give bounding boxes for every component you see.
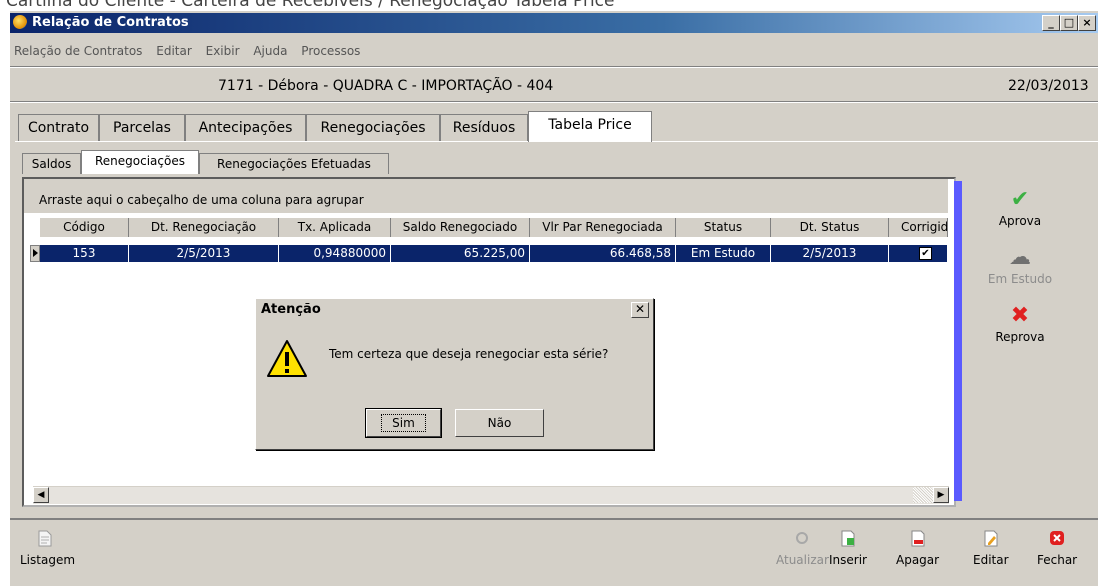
sim-button[interactable]: Sim <box>365 408 442 438</box>
tab-tabela-price[interactable]: Tabela Price <box>528 111 652 142</box>
column-header-status[interactable]: Status <box>676 218 771 237</box>
x-icon: ✖ <box>1010 303 1030 328</box>
dialog-message: Tem certeza que deseja renegociar esta s… <box>329 347 609 361</box>
nao-button[interactable]: Não <box>455 409 544 437</box>
document-title: Cartilha do Cliente - Carteira de Recebí… <box>6 0 615 11</box>
column-header-saldo-renegociado[interactable]: Saldo Renegociado <box>391 218 530 237</box>
cell-vlr-par-renegociada[interactable]: 66.468,58 <box>530 245 676 262</box>
menu-relacao-contratos[interactable]: Relação de Contratos <box>14 44 142 58</box>
inserir-label: Inserir <box>829 553 867 567</box>
menu-editar[interactable]: Editar <box>156 44 192 58</box>
cell-codigo[interactable]: 153 <box>40 245 129 262</box>
menu-ajuda[interactable]: Ajuda <box>253 44 287 58</box>
fechar-label: Fechar <box>1037 553 1078 567</box>
group-by-hint: Arraste aqui o cabeçalho de uma coluna p… <box>39 193 364 207</box>
aprova-button[interactable]: ✔ Aprova <box>970 187 1070 229</box>
horizontal-scrollbar[interactable]: ◀ ▶ <box>33 486 949 504</box>
corrigido-checkbox[interactable]: ✔ <box>919 247 932 260</box>
dialog-close-button[interactable]: ✕ <box>631 302 649 318</box>
warning-icon <box>267 340 307 377</box>
menu-bar: Relação de Contratos Editar Exibir Ajuda… <box>14 44 370 62</box>
separator <box>10 66 1098 68</box>
separator <box>10 101 1098 103</box>
close-icon <box>1050 531 1065 545</box>
window-titlebar[interactable]: Relação de Contratos _ □ × <box>10 13 1098 33</box>
study-icon: ☁ <box>1009 245 1031 270</box>
close-window-button[interactable]: × <box>1078 15 1096 31</box>
app-icon <box>13 15 27 29</box>
cell-dt-status[interactable]: 2/5/2013 <box>771 245 889 262</box>
document-icon <box>38 530 52 547</box>
atualizar-label: Atualizar <box>776 553 829 567</box>
column-header-tx-aplicada[interactable]: Tx. Aplicada <box>279 218 391 237</box>
dialog-title[interactable]: Atenção <box>256 299 653 320</box>
row-indicator <box>30 245 40 262</box>
aprova-label: Aprova <box>998 214 1042 228</box>
em-estudo-label: Em Estudo <box>987 272 1053 286</box>
subtab-renegociacoes-efetuadas[interactable]: Renegociações Efetuadas <box>199 153 389 174</box>
window-title: Relação de Contratos <box>32 15 189 30</box>
scroll-left-icon[interactable]: ◀ <box>33 487 49 503</box>
refresh-icon <box>796 532 809 544</box>
column-header-codigo[interactable]: Código <box>40 218 129 237</box>
accent-bar <box>954 181 962 501</box>
tab-contrato[interactable]: Contrato <box>18 114 99 141</box>
subtab-renegociacoes[interactable]: Renegociações <box>81 150 199 174</box>
minimize-button[interactable]: _ <box>1042 15 1060 31</box>
edit-icon <box>984 530 998 547</box>
listagem-label: Listagem <box>20 553 76 567</box>
fechar-button[interactable]: Fechar <box>1037 530 1077 567</box>
apagar-label: Apagar <box>896 553 940 567</box>
listagem-button[interactable]: Listagem <box>20 530 75 567</box>
confirm-dialog: Atenção ✕ Tem certeza que deseja renegoc… <box>255 298 654 450</box>
em-estudo-button[interactable]: ☁ Em Estudo <box>970 245 1070 287</box>
tab-residuos[interactable]: Resíduos <box>440 114 528 141</box>
tab-renegociacoes[interactable]: Renegociações <box>306 114 440 141</box>
cell-status[interactable]: Em Estudo <box>676 245 771 262</box>
contract-header: 7171 - Débora - QUADRA C - IMPORTAÇÃO - … <box>218 78 554 94</box>
delete-icon <box>911 530 925 547</box>
reprova-button[interactable]: ✖ Reprova <box>970 303 1070 345</box>
scroll-right-icon[interactable]: ▶ <box>933 487 949 503</box>
reprova-label: Reprova <box>995 330 1045 344</box>
column-header-dt-renegociacao[interactable]: Dt. Renegociação <box>129 218 279 237</box>
sim-label: Sim <box>381 414 426 432</box>
cell-saldo-renegociado[interactable]: 65.225,00 <box>391 245 530 262</box>
atualizar-button[interactable]: Atualizar <box>776 530 829 567</box>
tab-antecipacoes[interactable]: Antecipações <box>185 114 306 141</box>
menu-exibir[interactable]: Exibir <box>206 44 240 58</box>
column-header-vlr-par-renegociada[interactable]: Vlr Par Renegociada <box>530 218 676 237</box>
check-icon: ✔ <box>1010 187 1030 212</box>
column-header-dt-status[interactable]: Dt. Status <box>771 218 889 237</box>
editar-button[interactable]: Editar <box>973 530 1009 567</box>
menu-processos[interactable]: Processos <box>301 44 360 58</box>
header-date: 22/03/2013 <box>1008 78 1089 94</box>
editar-label: Editar <box>973 553 1009 567</box>
scrollbar-track[interactable] <box>913 487 933 503</box>
inserir-button[interactable]: Inserir <box>829 530 867 567</box>
column-header-corrigido[interactable]: Corrigid <box>889 218 948 237</box>
cell-dt-renegociacao[interactable]: 2/5/2013 <box>129 245 279 262</box>
insert-icon <box>841 530 855 547</box>
tab-parcelas[interactable]: Parcelas <box>99 114 185 141</box>
subtab-saldos[interactable]: Saldos <box>22 153 81 174</box>
cell-corrigido[interactable]: ✔ <box>889 245 948 262</box>
maximize-button[interactable]: □ <box>1060 15 1078 31</box>
apagar-button[interactable]: Apagar <box>896 530 939 567</box>
cell-tx-aplicada[interactable]: 0,94880000 <box>279 245 391 262</box>
